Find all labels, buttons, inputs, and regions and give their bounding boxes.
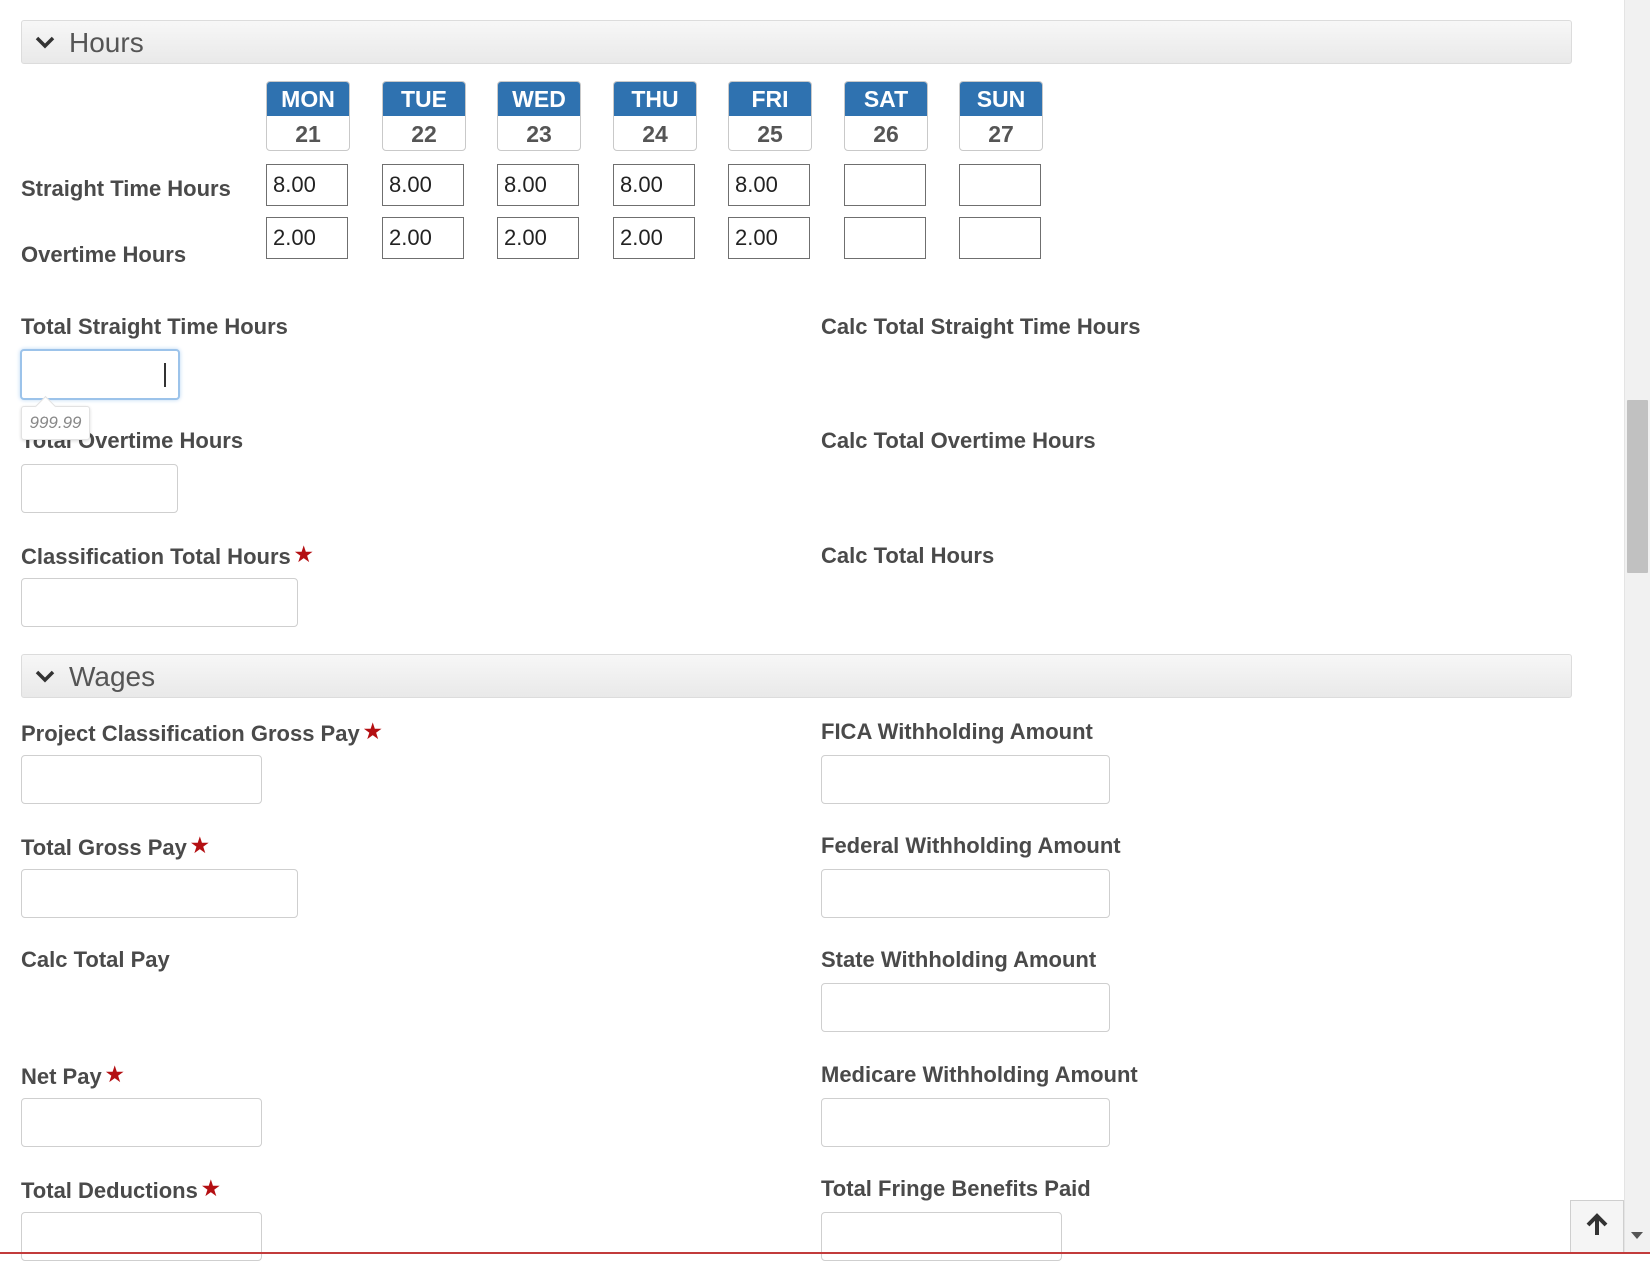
- day-name: MON: [267, 82, 349, 116]
- label-text: Total Gross Pay: [21, 835, 187, 860]
- overtime-fri-input[interactable]: 2.00: [728, 217, 810, 259]
- straight-time-fri-input[interactable]: 8.00: [728, 164, 810, 206]
- day-name: TUE: [383, 82, 465, 116]
- day-header-fri: FRI 25: [728, 81, 812, 151]
- day-date: 27: [988, 120, 1014, 147]
- section-title: Wages: [69, 661, 156, 692]
- calc-total-overtime-hours-label: Calc Total Overtime Hours: [821, 428, 1096, 453]
- vertical-scrollbar[interactable]: [1624, 0, 1650, 1254]
- total-gross-pay-label: Total Gross Pay ★: [21, 833, 209, 861]
- day-name: WED: [498, 82, 580, 116]
- label-text: Net Pay: [21, 1064, 102, 1089]
- overtime-thu-input[interactable]: 2.00: [613, 217, 695, 259]
- medicare-withholding-amount-input[interactable]: [821, 1098, 1110, 1147]
- state-withholding-amount-input[interactable]: [821, 983, 1110, 1032]
- day-date: 22: [411, 120, 437, 147]
- scrollbar-thumb[interactable]: [1627, 400, 1648, 573]
- classification-total-hours-input[interactable]: [21, 578, 298, 627]
- total-overtime-hours-input[interactable]: [21, 464, 178, 513]
- day-date: 26: [873, 120, 899, 147]
- section-title: Hours: [69, 27, 144, 58]
- day-header-thu: THU 24: [613, 81, 697, 151]
- day-name: SUN: [960, 82, 1042, 116]
- straight-time-tue-input[interactable]: 8.00: [382, 164, 464, 206]
- required-star-icon: ★: [105, 1064, 124, 1086]
- calc-total-straight-time-hours-label: Calc Total Straight Time Hours: [821, 314, 1141, 339]
- wages-section-header[interactable]: Wages: [21, 654, 1572, 698]
- straight-time-sun-input[interactable]: [959, 164, 1041, 206]
- net-pay-label: Net Pay ★: [21, 1062, 124, 1090]
- day-date: 23: [526, 120, 552, 147]
- required-star-icon: ★: [190, 835, 209, 857]
- fica-withholding-amount-label: FICA Withholding Amount: [821, 719, 1093, 744]
- project-classification-gross-pay-label: Project Classification Gross Pay ★: [21, 719, 382, 747]
- day-header-wed: WED 23: [497, 81, 581, 151]
- day-header-sun: SUN 27: [959, 81, 1043, 151]
- input-mask-tooltip: 999.99: [21, 406, 90, 440]
- day-header-sat: SAT 26: [844, 81, 928, 151]
- calc-total-hours-label: Calc Total Hours: [821, 543, 995, 568]
- calc-total-pay-label: Calc Total Pay: [21, 947, 170, 972]
- day-header-mon: MON 21: [266, 81, 350, 151]
- chevron-down-icon[interactable]: [34, 665, 56, 687]
- total-fringe-benefits-paid-label: Total Fringe Benefits Paid: [821, 1176, 1091, 1201]
- overtime-tue-input[interactable]: 2.00: [382, 217, 464, 259]
- straight-time-thu-input[interactable]: 8.00: [613, 164, 695, 206]
- federal-withholding-amount-label: Federal Withholding Amount: [821, 833, 1121, 858]
- overtime-sat-input[interactable]: [844, 217, 926, 259]
- day-date: 21: [295, 120, 321, 147]
- total-gross-pay-input[interactable]: [21, 869, 298, 918]
- overtime-sun-input[interactable]: [959, 217, 1041, 259]
- straight-time-mon-input[interactable]: 8.00: [266, 164, 348, 206]
- arrow-up-icon: [1586, 1212, 1608, 1242]
- label-text: Total Deductions: [21, 1178, 198, 1203]
- fica-withholding-amount-input[interactable]: [821, 755, 1110, 804]
- required-star-icon: ★: [294, 544, 313, 566]
- hours-section-header[interactable]: Hours: [21, 20, 1572, 64]
- required-star-icon: ★: [201, 1178, 220, 1200]
- day-date: 25: [757, 120, 783, 147]
- federal-withholding-amount-input[interactable]: [821, 869, 1110, 918]
- total-deductions-label: Total Deductions ★: [21, 1176, 220, 1204]
- day-name: THU: [614, 82, 696, 116]
- day-header-tue: TUE 22: [382, 81, 466, 151]
- scroll-down-arrow-icon[interactable]: [1631, 1232, 1643, 1239]
- day-date: 24: [642, 120, 668, 147]
- required-star-icon: ★: [363, 721, 382, 743]
- total-straight-time-hours-label: Total Straight Time Hours: [21, 314, 288, 339]
- chevron-down-icon[interactable]: [34, 31, 56, 53]
- state-withholding-amount-label: State Withholding Amount: [821, 947, 1097, 972]
- overtime-hours-label: Overtime Hours: [21, 242, 187, 267]
- straight-time-sat-input[interactable]: [844, 164, 926, 206]
- straight-time-hours-label: Straight Time Hours: [21, 176, 231, 201]
- overtime-wed-input[interactable]: 2.00: [497, 217, 579, 259]
- text-cursor: [164, 363, 166, 387]
- net-pay-input[interactable]: [21, 1098, 262, 1147]
- straight-time-wed-input[interactable]: 8.00: [497, 164, 579, 206]
- project-classification-gross-pay-input[interactable]: [21, 755, 262, 804]
- day-name: SAT: [845, 82, 927, 116]
- total-straight-time-hours-input[interactable]: [20, 349, 180, 400]
- medicare-withholding-amount-label: Medicare Withholding Amount: [821, 1062, 1138, 1087]
- overtime-mon-input[interactable]: 2.00: [266, 217, 348, 259]
- classification-total-hours-label: Classification Total Hours ★: [21, 542, 313, 570]
- label-text: Project Classification Gross Pay: [21, 721, 360, 746]
- back-to-top-button[interactable]: [1570, 1200, 1624, 1254]
- day-name: FRI: [729, 82, 811, 116]
- label-text: Classification Total Hours: [21, 544, 291, 569]
